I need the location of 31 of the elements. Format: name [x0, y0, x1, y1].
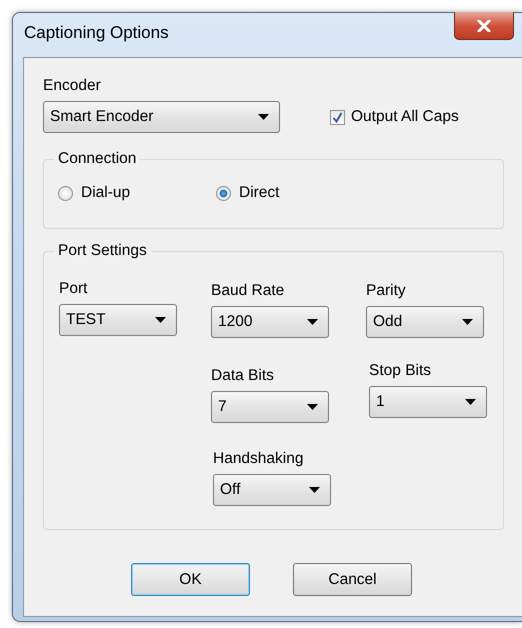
- caret-icon: [258, 114, 269, 120]
- radio-button[interactable]: Dial-up: [58, 184, 216, 202]
- field-label: Encoder: [43, 77, 102, 95]
- close-icon: [477, 20, 491, 32]
- dropdown[interactable]: 1200: [211, 306, 329, 338]
- dropdown[interactable]: TEST: [59, 304, 177, 336]
- cancel-button[interactable]: Cancel: [293, 563, 412, 596]
- caret-icon: [307, 404, 318, 410]
- field-label: Handshaking: [213, 450, 304, 468]
- dropdown[interactable]: Odd: [366, 306, 484, 338]
- dropdown[interactable]: 1: [369, 386, 487, 418]
- dropdown[interactable]: 7: [211, 391, 329, 423]
- close-button[interactable]: [454, 12, 514, 40]
- dropdown[interactable]: Smart Encoder: [43, 101, 280, 133]
- checkmark-icon: [332, 112, 343, 122]
- field-label: Baud Rate: [211, 282, 286, 300]
- window-title: Captioning Options: [24, 23, 169, 43]
- group-title: Port Settings: [54, 242, 151, 260]
- field-label: Port: [59, 280, 88, 298]
- field-label: Parity: [366, 282, 407, 300]
- caret-icon: [465, 399, 476, 405]
- caret-icon: [155, 317, 166, 323]
- caret-icon: [307, 319, 318, 325]
- caret-icon: [309, 487, 320, 493]
- radio-button[interactable]: Direct: [216, 184, 374, 202]
- checkbox[interactable]: Output All Caps: [330, 108, 459, 126]
- dropdown[interactable]: Off: [213, 474, 331, 506]
- caret-icon: [462, 319, 473, 325]
- ok-button[interactable]: OK: [131, 563, 250, 596]
- field-label: Stop Bits: [369, 362, 432, 380]
- field-label: Data Bits: [211, 367, 275, 385]
